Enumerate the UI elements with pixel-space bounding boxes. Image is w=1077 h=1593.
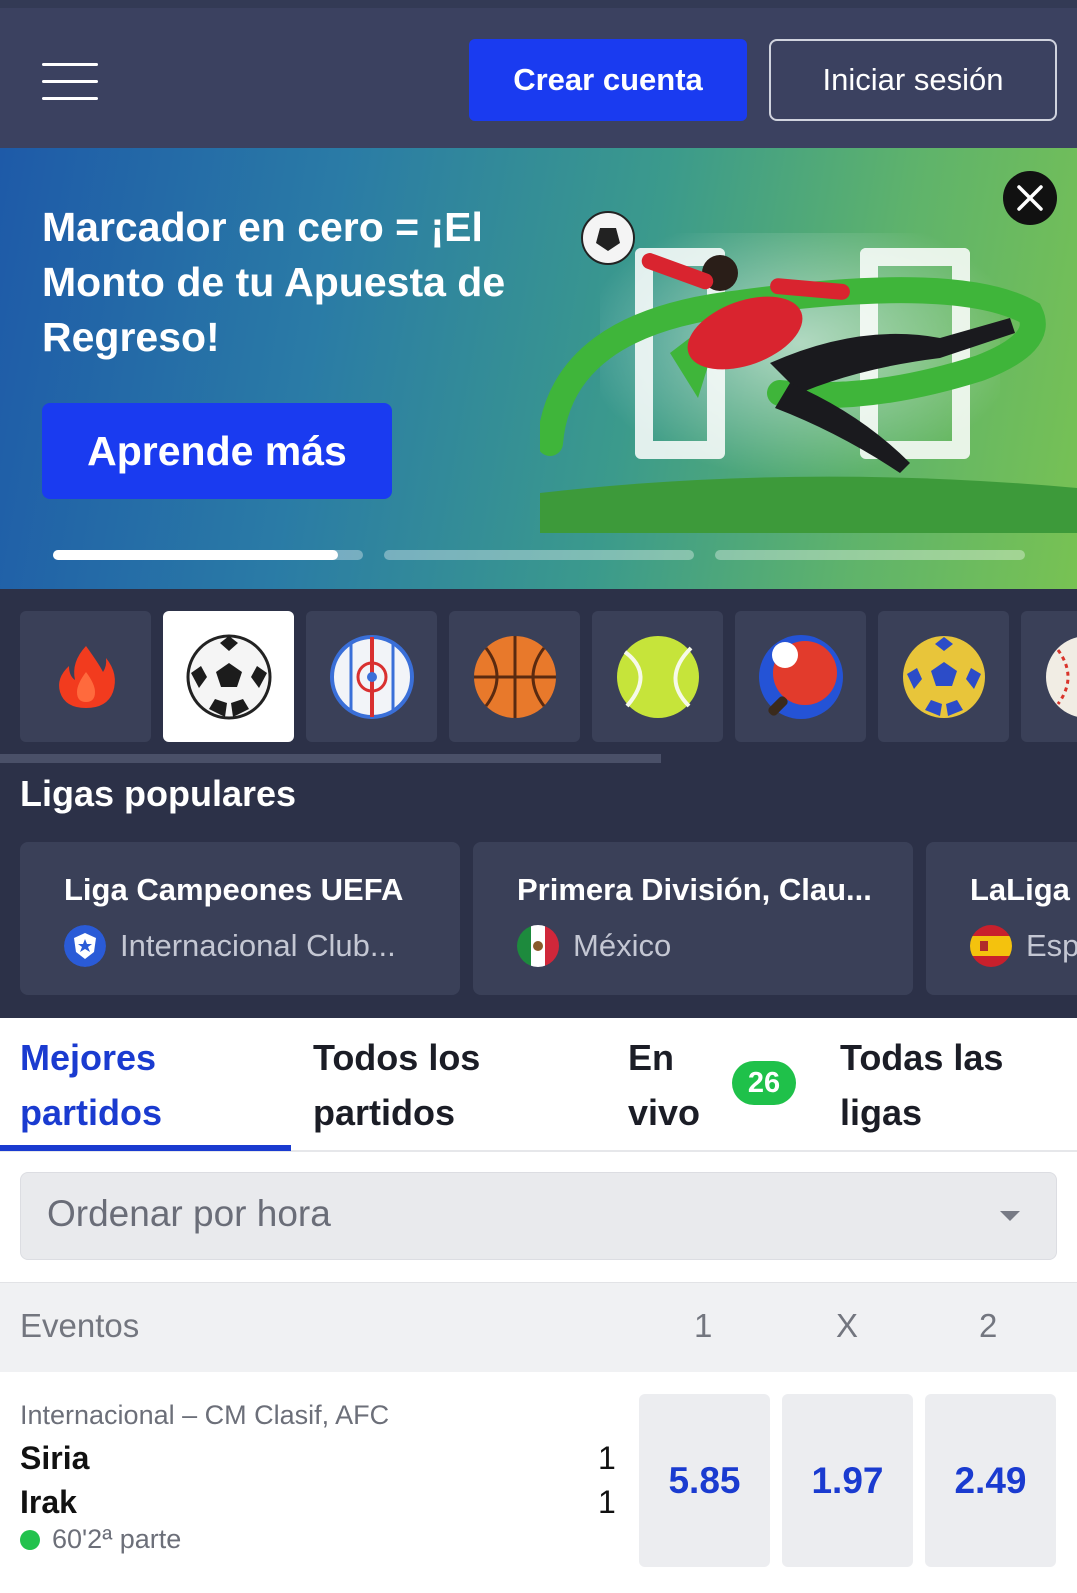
live-indicator-icon — [20, 1529, 40, 1550]
close-icon — [1017, 185, 1043, 211]
away-score: 1 — [598, 1484, 616, 1520]
match-league: Internacional – CM Clasif, AFC — [20, 1400, 390, 1430]
league-country: México — [517, 925, 671, 967]
banner-title: Marcador en cero = ¡El Monto de tu Apues… — [42, 204, 506, 360]
sport-tab-handball[interactable] — [878, 611, 1009, 742]
sport-tab-baseball[interactable] — [1021, 611, 1077, 742]
league-name: LaLiga — [970, 872, 1070, 907]
top-header: Crear cuenta Iniciar sesión — [0, 0, 1077, 148]
tab-best-matches[interactable]: Mejores partidos — [20, 1030, 270, 1140]
match-row[interactable]: Internacional – CM Clasif, AFC Siria Ira… — [0, 1372, 1077, 1593]
sport-tab-ice-hockey[interactable] — [306, 611, 437, 742]
match-tabs: Mejores partidos Todos los partidos En v… — [0, 1018, 1077, 1152]
active-tab-indicator — [0, 1145, 291, 1151]
ice-hockey-icon — [329, 634, 414, 719]
league-card[interactable]: LaLiga Esp — [926, 842, 1077, 995]
sports-scrollbar[interactable] — [0, 754, 661, 763]
slide-indicator[interactable] — [715, 550, 1025, 560]
match-time-label: 60'2ª parte — [52, 1524, 182, 1554]
popular-leagues-section: Ligas populares Liga Campeones UEFA Inte… — [0, 763, 1077, 1018]
sort-dropdown[interactable]: Ordenar por hora — [20, 1172, 1057, 1260]
away-team: Irak — [20, 1484, 77, 1520]
sport-tab-popular[interactable] — [20, 611, 151, 742]
login-button[interactable]: Iniciar sesión — [769, 39, 1057, 121]
league-country-label: Internacional Club... — [120, 928, 396, 963]
slide-indicator[interactable] — [384, 550, 694, 560]
popular-leagues-title: Ligas populares — [20, 773, 297, 814]
sport-tab-table-tennis[interactable] — [735, 611, 866, 742]
odds-column-2: 2 — [979, 1307, 998, 1344]
sort-section: Ordenar por hora — [0, 1152, 1077, 1282]
menu-icon[interactable] — [42, 63, 98, 103]
events-column-label: Eventos — [20, 1307, 140, 1344]
tab-live[interactable]: En vivo — [628, 1030, 718, 1140]
league-country: Internacional Club... — [64, 925, 396, 967]
league-name: Primera División, Clau... — [517, 872, 872, 907]
tennis-ball-icon — [616, 635, 699, 718]
promo-banner[interactable]: Marcador en cero = ¡El Monto de tu Apues… — [0, 148, 1077, 589]
slide-indicator[interactable] — [53, 550, 363, 560]
odds-column-1: 1 — [694, 1307, 713, 1344]
odds-column-x: X — [836, 1307, 859, 1344]
league-name: Liga Campeones UEFA — [64, 872, 404, 907]
handball-icon — [902, 635, 985, 718]
chevron-down-icon — [1000, 1211, 1020, 1221]
learn-more-button[interactable]: Aprende más — [42, 403, 392, 499]
basketball-icon — [473, 635, 556, 718]
sports-selector — [0, 589, 1077, 763]
odds-button-home[interactable]: 5.85 — [639, 1394, 770, 1567]
slide-indicator-fill — [53, 550, 339, 560]
league-country-label: Esp — [1026, 928, 1077, 963]
tab-all-leagues[interactable]: Todas las ligas — [840, 1030, 1060, 1140]
league-card[interactable]: Liga Campeones UEFA Internacional Club..… — [20, 842, 460, 995]
fire-icon — [58, 645, 115, 708]
live-count-badge: 26 — [732, 1061, 796, 1105]
table-tennis-icon — [758, 634, 843, 719]
create-account-button[interactable]: Crear cuenta — [469, 39, 747, 121]
league-country-label: México — [573, 928, 672, 963]
spain-flag-icon — [970, 925, 1012, 967]
sort-selected-value: Ordenar por hora — [47, 1193, 331, 1234]
odds-button-draw[interactable]: 1.97 — [782, 1394, 913, 1567]
sport-tab-tennis[interactable] — [592, 611, 723, 742]
baseball-icon — [1045, 636, 1077, 717]
sport-tab-basketball[interactable] — [449, 611, 580, 742]
close-banner-button[interactable] — [1003, 171, 1057, 225]
sport-tab-soccer[interactable] — [163, 611, 294, 742]
match-status: 60'2ª parte — [20, 1524, 181, 1555]
home-score: 1 — [598, 1440, 616, 1476]
tab-all-matches[interactable]: Todos los partidos — [313, 1030, 563, 1140]
league-country: Esp — [970, 925, 1077, 967]
odds-button-away[interactable]: 2.49 — [925, 1394, 1056, 1567]
league-card[interactable]: Primera División, Clau... México — [473, 842, 913, 995]
home-team: Siria — [20, 1440, 90, 1476]
goalkeeper-promo-image — [540, 211, 1077, 533]
mexico-flag-icon — [517, 925, 559, 967]
events-header: Eventos 1 X 2 — [0, 1282, 1077, 1372]
international-club-icon — [64, 925, 106, 967]
soccer-ball-icon — [186, 634, 271, 719]
